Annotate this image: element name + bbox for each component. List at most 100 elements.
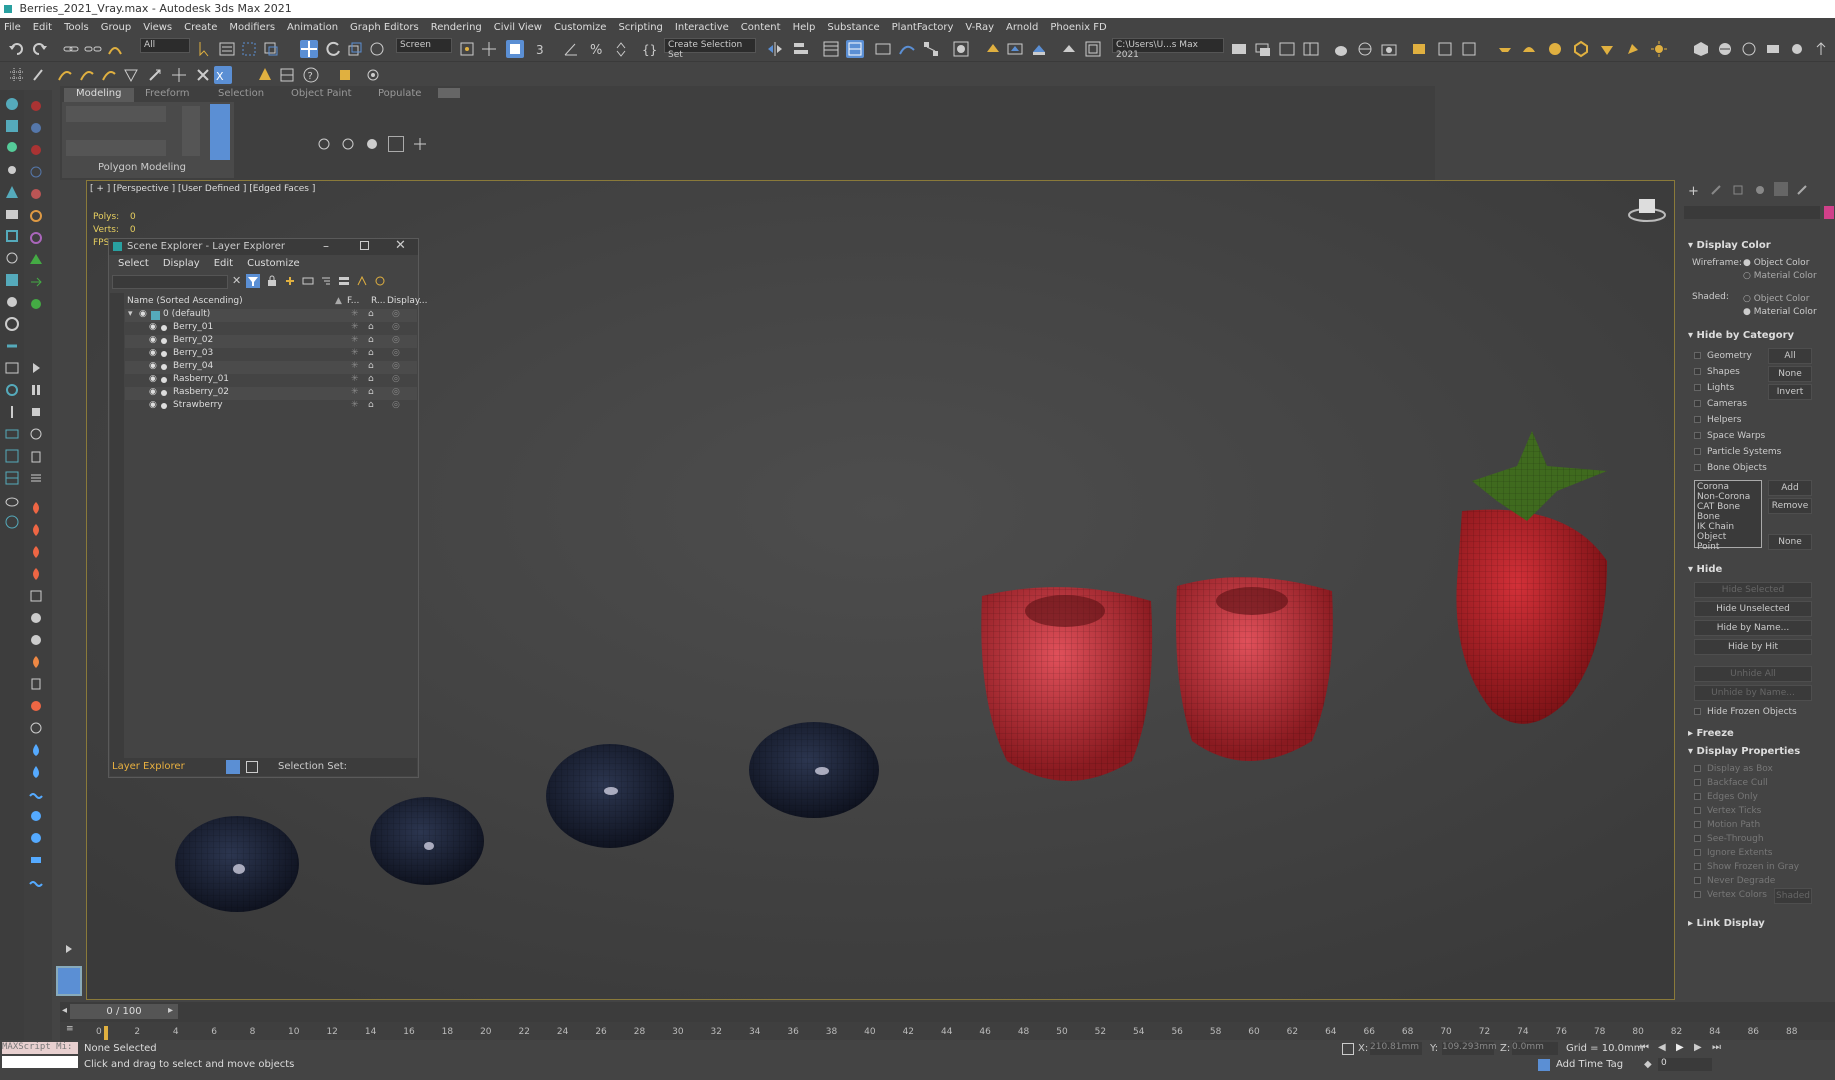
mirror-icon[interactable] [766, 40, 784, 58]
menu-group[interactable]: Group [101, 22, 131, 33]
menu-scripting[interactable]: Scripting [618, 22, 662, 33]
menu-phoenix-fd[interactable]: Phoenix FD [1050, 22, 1106, 33]
vray-light-lister-icon[interactable] [1278, 40, 1296, 58]
category-list-item[interactable]: CAT Bone [1697, 502, 1759, 512]
splash-icon[interactable] [28, 830, 44, 846]
add-time-tag[interactable]: Add Time Tag [1556, 1059, 1623, 1070]
phoenix-liquid-icon[interactable] [1716, 40, 1734, 58]
record-icon[interactable] [28, 426, 44, 442]
next-frame-icon[interactable]: ▶ [1694, 1042, 1702, 1053]
modify-mode-buttons[interactable] [210, 104, 230, 160]
menu-create[interactable]: Create [184, 22, 217, 33]
freeze-snowflake-icon[interactable]: ✳ [351, 348, 359, 358]
minimize-icon[interactable]: – [323, 239, 329, 253]
display-mode-icon[interactable]: ◎ [392, 322, 400, 332]
space-warps-icon[interactable] [4, 250, 20, 266]
viewcube-icon[interactable] [1627, 193, 1667, 223]
mini-curve-editor-icon[interactable]: ≡ [66, 1024, 74, 1034]
expand-arrow-icon[interactable] [56, 940, 82, 958]
keyboard-shortcut-override-icon[interactable] [506, 40, 524, 58]
layers-icon[interactable] [4, 426, 20, 442]
menu-customize[interactable]: Customize [554, 22, 607, 33]
layer-object-row[interactable]: ◉ Berry_03 ✳ ⌂ ◎ [125, 348, 417, 361]
polygon-tools-row-2[interactable] [66, 140, 166, 156]
light-bulb-icon[interactable] [4, 140, 20, 156]
arrow-icon[interactable] [28, 274, 44, 290]
unhide-by-name-button[interactable]: Unhide by Name... [1694, 685, 1812, 701]
display-as-box-checkbox[interactable]: Display as Box [1694, 762, 1799, 776]
category-remove-button[interactable]: Remove [1768, 498, 1812, 514]
ribbon-tab-modeling[interactable]: Modeling [64, 88, 134, 102]
hide-frozen-objects-checkbox[interactable]: Hide Frozen Objects [1694, 707, 1797, 717]
select-and-unlink-icon[interactable] [78, 66, 96, 84]
ribbon-snap-edge-icon[interactable] [340, 136, 356, 152]
vray-render-icon[interactable] [1254, 40, 1272, 58]
track-bar[interactable]: ≡ 0 2 4 6 8 10 12 14 16 18 20 22 24 26 28 30 32 34 36 38 40 4… [60, 1022, 1835, 1040]
green-object-icon[interactable] [28, 296, 44, 312]
category-bone-objects-checkbox[interactable]: Bone Objects [1694, 460, 1781, 476]
stop-small-icon[interactable] [28, 404, 44, 420]
category-none-button[interactable]: None [1768, 366, 1812, 382]
rect-selection-icon[interactable] [240, 40, 258, 58]
vertex-colors-shaded-button[interactable]: Shaded [1774, 888, 1812, 904]
menu-substance[interactable]: Substance [827, 22, 879, 33]
menu-arnold[interactable]: Arnold [1006, 22, 1038, 33]
ribbon-tab-populate[interactable]: Populate [378, 88, 421, 99]
water-icon-2[interactable] [28, 764, 44, 780]
scale-icon[interactable] [346, 40, 364, 58]
undo-icon[interactable] [8, 40, 26, 58]
vray-dome-icon[interactable] [1460, 40, 1478, 58]
freeze-snowflake-icon[interactable]: ✳ [351, 335, 359, 345]
arnold-photometric-icon[interactable] [1572, 40, 1590, 58]
display-icon[interactable] [4, 360, 20, 376]
select-by-name-icon[interactable] [218, 40, 236, 58]
phoenix-grid-icon[interactable] [1692, 40, 1710, 58]
highlight-layer-icon[interactable] [356, 275, 368, 287]
water-icon[interactable] [28, 742, 44, 758]
utilities-tab-icon[interactable] [1796, 184, 1808, 196]
menu-help[interactable]: Help [793, 22, 816, 33]
ribbon-snap-grid-icon[interactable] [412, 136, 428, 152]
vertex-ticks-checkbox[interactable]: Vertex Ticks [1694, 804, 1799, 818]
plugin-script-icon[interactable] [336, 66, 354, 84]
freeze-snowflake-icon[interactable]: ✳ [351, 400, 359, 410]
layer-object-row[interactable]: ◉ Berry_04 ✳ ⌂ ◎ [125, 361, 417, 374]
lock-icon[interactable] [266, 275, 278, 287]
viewport-thumbnail[interactable] [56, 966, 82, 996]
window-crossing-icon[interactable] [262, 40, 280, 58]
menu-edit[interactable]: Edit [33, 22, 52, 33]
maxscript-listener[interactable]: MAXScript Mi: [2, 1042, 78, 1054]
menu-tools[interactable]: Tools [64, 22, 89, 33]
ribbon-tab-object-paint[interactable]: Object Paint [291, 88, 352, 99]
shapes-icon[interactable] [4, 184, 20, 200]
render-teapot-icon[interactable]: ⌂ [368, 309, 374, 319]
xview-icon[interactable]: X [214, 66, 232, 84]
berry-04-mesh[interactable] [749, 722, 879, 818]
visibility-eye-icon[interactable]: ◉ [149, 348, 157, 358]
layer-default[interactable]: ▾ ◉ 0 (default) ✳ ⌂ ◎ [125, 309, 417, 322]
show-frozen-in-gray-checkbox[interactable]: Show Frozen in Gray [1694, 860, 1799, 874]
ribbon-snap-active-icon[interactable] [388, 136, 404, 152]
selection-filter-dropdown[interactable]: All [140, 38, 190, 53]
previous-frame-icon[interactable]: ◀ [1658, 1042, 1666, 1053]
teapot-icon[interactable] [1332, 40, 1350, 58]
material-icon[interactable] [28, 120, 44, 136]
sphere-icon[interactable] [28, 186, 44, 202]
phoenix-particle-icon[interactable] [1812, 40, 1830, 58]
visibility-eye-icon[interactable]: ◉ [149, 322, 157, 332]
display-mode-icon[interactable]: ◎ [392, 361, 400, 371]
render-setup-icon[interactable] [984, 40, 1002, 58]
menu-views[interactable]: Views [143, 22, 172, 33]
visibility-eye-icon[interactable]: ◉ [149, 361, 157, 371]
snap-icon[interactable] [4, 470, 20, 486]
menu-content[interactable]: Content [741, 22, 781, 33]
blast-icon[interactable] [28, 698, 44, 714]
phoenix-foam-icon[interactable] [1764, 40, 1782, 58]
go-to-end-icon[interactable]: ⏭ [1712, 1042, 1721, 1053]
ribbon-tab-freeform[interactable]: Freeform [145, 88, 190, 99]
fire-icon-2[interactable] [28, 522, 44, 538]
layer-hierarchy-icon[interactable] [320, 275, 332, 287]
display-mode-icon[interactable]: ◎ [392, 309, 400, 319]
unlink-icon[interactable] [84, 40, 102, 58]
freeze-snowflake-icon[interactable]: ✳ [351, 361, 359, 371]
